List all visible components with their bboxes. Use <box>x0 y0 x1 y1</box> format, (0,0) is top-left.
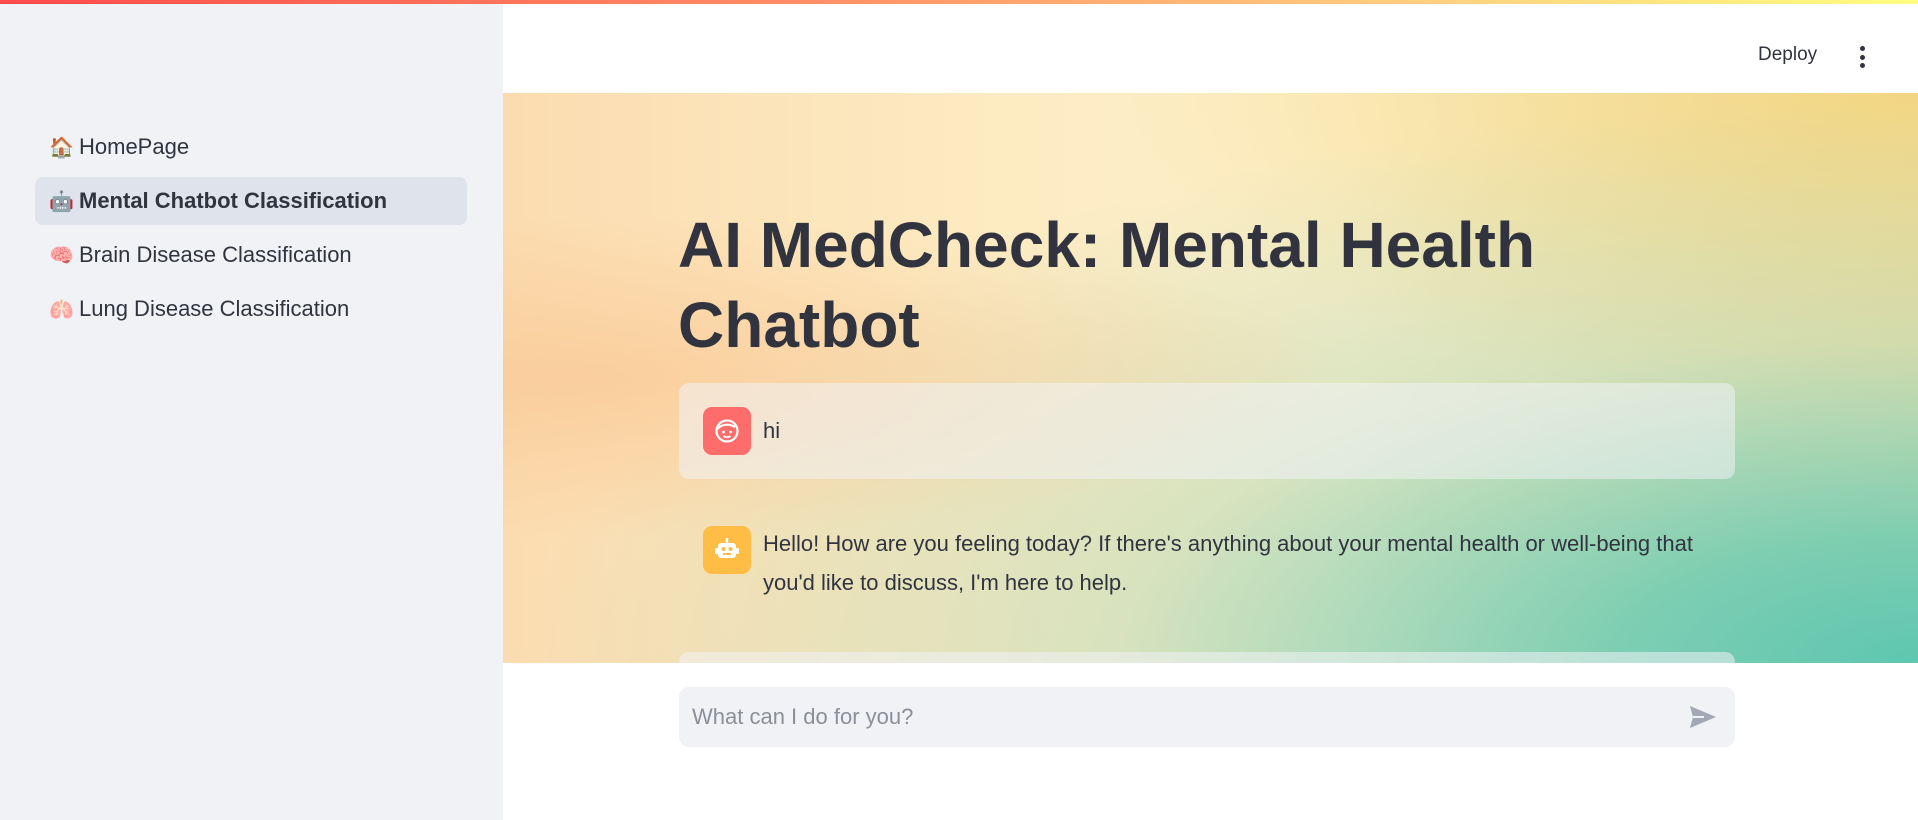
app-header <box>503 0 1918 93</box>
sidebar-item-label: Brain Disease Classification <box>79 242 352 267</box>
chat-message-assistant: Hello! How are you feeling today? If the… <box>679 506 1735 616</box>
user-face-icon <box>703 407 751 455</box>
sidebar-item-label: HomePage <box>79 134 190 159</box>
top-decoration-bar <box>0 0 1918 4</box>
sidebar-item-label: Lung Disease Classification <box>79 296 350 321</box>
brain-icon: 🧠 <box>49 244 74 267</box>
chat-input-container <box>679 687 1735 747</box>
sidebar-item-brain-disease[interactable]: 🧠 Brain Disease Classification <box>35 231 467 279</box>
sidebar: 🏠 HomePage 🤖 Mental Chatbot Classificati… <box>0 0 503 820</box>
message-text: hi <box>763 418 781 443</box>
sidebar-item-lung-disease[interactable]: 🫁 Lung Disease Classification <box>35 285 467 333</box>
page-title: AI MedCheck: Mental Health Chatbot <box>678 209 1536 361</box>
robot-icon: 🤖 <box>49 190 74 213</box>
sidebar-nav: 🏠 HomePage 🤖 Mental Chatbot Classificati… <box>35 123 467 339</box>
sidebar-item-mental-chatbot[interactable]: 🤖 Mental Chatbot Classification <box>35 177 467 225</box>
sidebar-item-label: Mental Chatbot Classification <box>79 188 388 213</box>
chat-message-user: hi <box>679 383 1735 479</box>
lungs-icon: 🫁 <box>49 298 74 321</box>
deploy-button[interactable]: Deploy <box>1758 44 1817 66</box>
kebab-menu-icon[interactable] <box>1856 46 1868 68</box>
sidebar-item-homepage[interactable]: 🏠 HomePage <box>35 123 467 171</box>
chat-input[interactable] <box>679 687 1659 747</box>
send-icon[interactable] <box>1687 702 1719 732</box>
bot-icon <box>703 526 751 574</box>
house-icon: 🏠 <box>49 136 74 159</box>
message-text: Hello! How are you feeling today? If the… <box>763 531 1693 595</box>
